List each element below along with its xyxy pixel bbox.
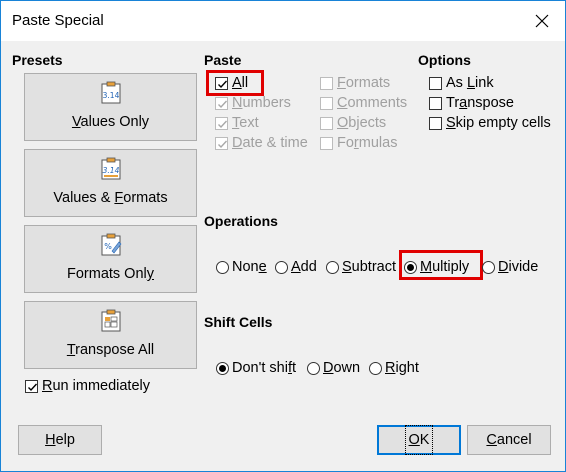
paste-numbers-label: Numbers xyxy=(232,95,291,111)
checkbox-icon xyxy=(215,136,228,150)
transpose-checkbox[interactable]: Transpose xyxy=(429,95,514,111)
transpose-all-label: Transpose All xyxy=(66,342,155,358)
radio-icon xyxy=(275,260,288,274)
radio-icon xyxy=(369,361,382,375)
run-immediately-label: Run immediately xyxy=(42,378,150,394)
checkbox-icon xyxy=(429,96,442,110)
radio-icon xyxy=(216,260,229,274)
values-only-label: Values Only xyxy=(71,114,150,130)
values-formats-button[interactable]: 3.14 Values & Formats xyxy=(24,149,197,217)
svg-text:3.14: 3.14 xyxy=(103,166,120,175)
presets-heading: Presets xyxy=(12,52,63,68)
paste-heading: Paste xyxy=(204,52,242,68)
values-only-button[interactable]: 3.14 Values Only xyxy=(24,73,197,141)
paste-text-checkbox[interactable]: Text xyxy=(215,115,259,131)
operations-heading: Operations xyxy=(204,213,278,229)
paste-formats-label: Formats xyxy=(337,75,391,91)
paste-objects-checkbox[interactable]: Objects xyxy=(320,115,386,131)
shift-none-radio[interactable]: Don't shift xyxy=(216,360,296,376)
paste-all-checkbox[interactable]: All xyxy=(215,75,248,91)
ok-button[interactable]: OK xyxy=(377,425,461,455)
transpose-all-button[interactable]: Transpose All xyxy=(24,301,197,369)
window-title: Paste Special xyxy=(12,12,104,29)
checkbox-icon xyxy=(215,76,228,90)
as-link-label: As Link xyxy=(446,75,494,91)
skip-empty-cells-checkbox[interactable]: Skip empty cells xyxy=(429,115,551,131)
as-link-checkbox[interactable]: As Link xyxy=(429,75,494,91)
operation-divide-radio[interactable]: Divide xyxy=(482,259,538,275)
paste-date-time-checkbox[interactable]: Date & time xyxy=(215,135,308,151)
help-button[interactable]: Help xyxy=(18,425,102,455)
operation-divide-label: Divide xyxy=(498,259,539,275)
clipboard-transpose-icon xyxy=(101,309,121,332)
cancel-button[interactable]: Cancel xyxy=(467,425,551,455)
paste-all-label: All xyxy=(232,75,249,91)
skip-empty-cells-label: Skip empty cells xyxy=(446,115,551,131)
formats-only-label: Formats Only xyxy=(66,266,154,282)
shift-cells-heading: Shift Cells xyxy=(204,314,273,330)
operation-none-radio[interactable]: None xyxy=(216,259,267,275)
operation-add-radio[interactable]: Add xyxy=(275,259,317,275)
paste-formats-checkbox[interactable]: Formats xyxy=(320,75,390,91)
checkbox-icon xyxy=(320,136,333,150)
checkbox-icon xyxy=(25,379,38,393)
operation-none-label: None xyxy=(232,259,267,275)
checkbox-icon xyxy=(320,76,333,90)
clipboard-format-icon: % xyxy=(101,233,122,256)
paste-date-time-label: Date & time xyxy=(232,135,308,151)
checkbox-icon xyxy=(320,96,333,110)
radio-icon xyxy=(307,361,320,375)
paste-special-dialog: Paste Special Presets 3.14 Values Only 3… xyxy=(0,0,566,472)
operation-multiply-radio[interactable]: Multiply xyxy=(404,259,469,275)
checkbox-icon xyxy=(215,96,228,110)
shift-down-radio[interactable]: Down xyxy=(307,360,360,376)
clipboard-number-format-icon: 3.14 xyxy=(101,157,121,180)
radio-icon xyxy=(404,260,417,274)
paste-numbers-checkbox[interactable]: Numbers xyxy=(215,95,291,111)
operation-subtract-label: Subtract xyxy=(342,259,397,275)
checkbox-icon xyxy=(320,116,333,130)
operation-add-label: Add xyxy=(291,259,317,275)
help-label: Help xyxy=(45,432,75,448)
shift-down-label: Down xyxy=(323,360,361,376)
options-heading: Options xyxy=(418,52,471,68)
shift-none-label: Don't shift xyxy=(232,360,297,376)
close-icon[interactable] xyxy=(519,1,565,41)
checkbox-icon xyxy=(215,116,228,130)
paste-text-label: Text xyxy=(232,115,259,131)
operation-multiply-label: Multiply xyxy=(420,259,470,275)
paste-comments-checkbox[interactable]: Comments xyxy=(320,95,407,111)
checkbox-icon xyxy=(429,76,442,90)
svg-text:%: % xyxy=(104,242,112,251)
operation-subtract-radio[interactable]: Subtract xyxy=(326,259,396,275)
cancel-label: Cancel xyxy=(486,432,532,448)
paste-objects-label: Objects xyxy=(337,115,387,131)
shift-right-radio[interactable]: Right xyxy=(369,360,419,376)
clipboard-number-icon: 3.14 xyxy=(101,81,121,104)
values-formats-label: Values & Formats xyxy=(53,190,168,206)
title-bar: Paste Special xyxy=(1,1,565,41)
radio-icon xyxy=(482,260,495,274)
paste-formulas-label: Formulas xyxy=(337,135,398,151)
transpose-label: Transpose xyxy=(446,95,514,111)
ok-label: OK xyxy=(404,425,434,455)
paste-formulas-checkbox[interactable]: Formulas xyxy=(320,135,397,151)
radio-icon xyxy=(326,260,339,274)
radio-icon xyxy=(216,361,229,375)
formats-only-button[interactable]: % Formats Only xyxy=(24,225,197,293)
svg-text:3.14: 3.14 xyxy=(103,91,120,100)
shift-right-label: Right xyxy=(385,360,419,376)
paste-comments-label: Comments xyxy=(337,95,408,111)
checkbox-icon xyxy=(429,116,442,130)
run-immediately-checkbox[interactable]: Run immediately xyxy=(25,378,150,394)
